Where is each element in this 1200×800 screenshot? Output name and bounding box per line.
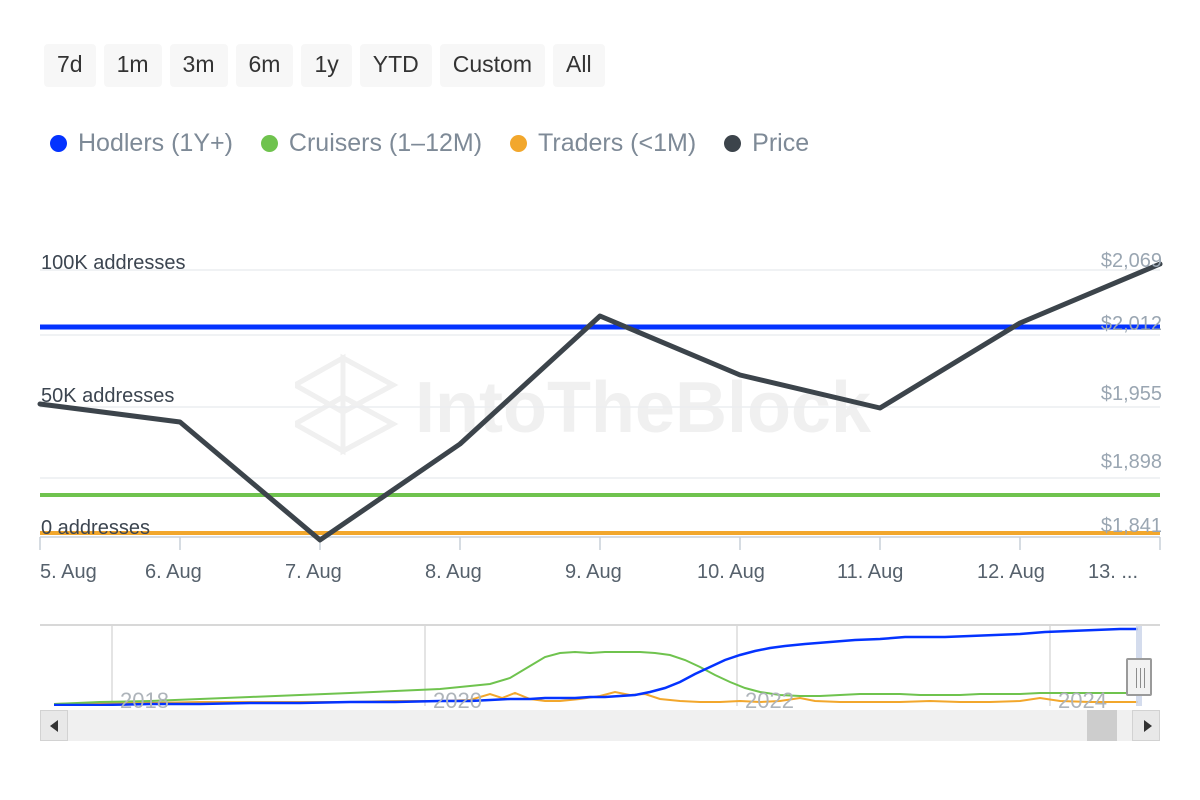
main-chart[interactable]: 100K addresses 50K addresses 0 addresses… [0,228,1200,588]
navigator-year-2022: 2022 [745,690,794,712]
y-axis-left-label-100k: 100K addresses [41,253,186,273]
scrollbar-thumb[interactable] [1087,710,1117,741]
drag-handle-icon [1136,668,1137,688]
x-axis-label-8: 13. ... [1088,562,1138,582]
drag-handle-icon [1144,668,1145,688]
range-selector[interactable]: 7d 1m 3m 6m 1y YTD Custom All [44,44,605,87]
y-axis-right-label-1955: $1,955 [1101,384,1162,404]
navigator-year-2018: 2018 [120,690,169,712]
x-axis-label-6: 11. Aug [837,562,903,582]
x-axis-label-2: 7. Aug [285,562,342,582]
legend-label-cruisers: Cruisers (1–12M) [289,131,482,156]
legend-label-price: Price [752,131,809,156]
chart-scrollbar[interactable] [40,710,1160,741]
range-button-1m[interactable]: 1m [104,44,162,87]
y-axis-right-label-2069: $2,069 [1101,251,1162,271]
x-axis-label-3: 8. Aug [425,562,482,582]
scrollbar-track[interactable] [40,710,1160,741]
chart-legend: Hodlers (1Y+) Cruisers (1–12M) Traders (… [50,131,809,156]
chart-x-ticks [40,537,1160,550]
y-axis-right-label-2012: $2,012 [1101,314,1162,334]
range-button-7d[interactable]: 7d [44,44,96,87]
legend-dot-icon [510,135,527,152]
y-axis-right-label-1898: $1,898 [1101,452,1162,472]
x-axis-label-5: 10. Aug [697,562,765,582]
x-axis-label-0: 5. Aug [40,562,97,582]
x-axis-label-4: 9. Aug [565,562,622,582]
chevron-right-icon [1141,719,1153,733]
range-button-all[interactable]: All [553,44,605,87]
range-button-ytd[interactable]: YTD [360,44,432,87]
legend-label-hodlers: Hodlers (1Y+) [78,131,233,156]
x-axis-label-7: 12. Aug [977,562,1045,582]
y-axis-left-label-50k: 50K addresses [41,386,174,406]
scrollbar-left-arrow[interactable] [40,710,68,741]
range-button-custom[interactable]: Custom [440,44,545,87]
navigator-svg [40,622,1160,706]
y-axis-right-label-1841: $1,841 [1101,516,1162,536]
navigator-year-2020: 2020 [433,690,482,712]
legend-item-traders[interactable]: Traders (<1M) [510,131,696,156]
scrollbar-right-arrow[interactable] [1132,710,1160,741]
legend-item-price[interactable]: Price [724,131,809,156]
legend-item-cruisers[interactable]: Cruisers (1–12M) [261,131,482,156]
legend-label-traders: Traders (<1M) [538,131,696,156]
legend-dot-icon [724,135,741,152]
legend-item-hodlers[interactable]: Hodlers (1Y+) [50,131,233,156]
legend-dot-icon [50,135,67,152]
range-button-3m[interactable]: 3m [170,44,228,87]
navigator-right-handle[interactable] [1126,658,1152,696]
x-axis-label-1: 6. Aug [145,562,202,582]
range-button-1y[interactable]: 1y [301,44,351,87]
drag-handle-icon [1140,668,1141,688]
series-line-price [40,264,1160,540]
chevron-left-icon [49,719,61,733]
legend-dot-icon [261,135,278,152]
range-button-6m[interactable]: 6m [236,44,294,87]
chart-navigator[interactable]: 2018 2020 2022 2024 [40,622,1160,706]
chart-plot-svg [0,228,1200,588]
navigator-year-2024: 2024 [1058,690,1107,712]
y-axis-left-label-0: 0 addresses [41,518,150,538]
